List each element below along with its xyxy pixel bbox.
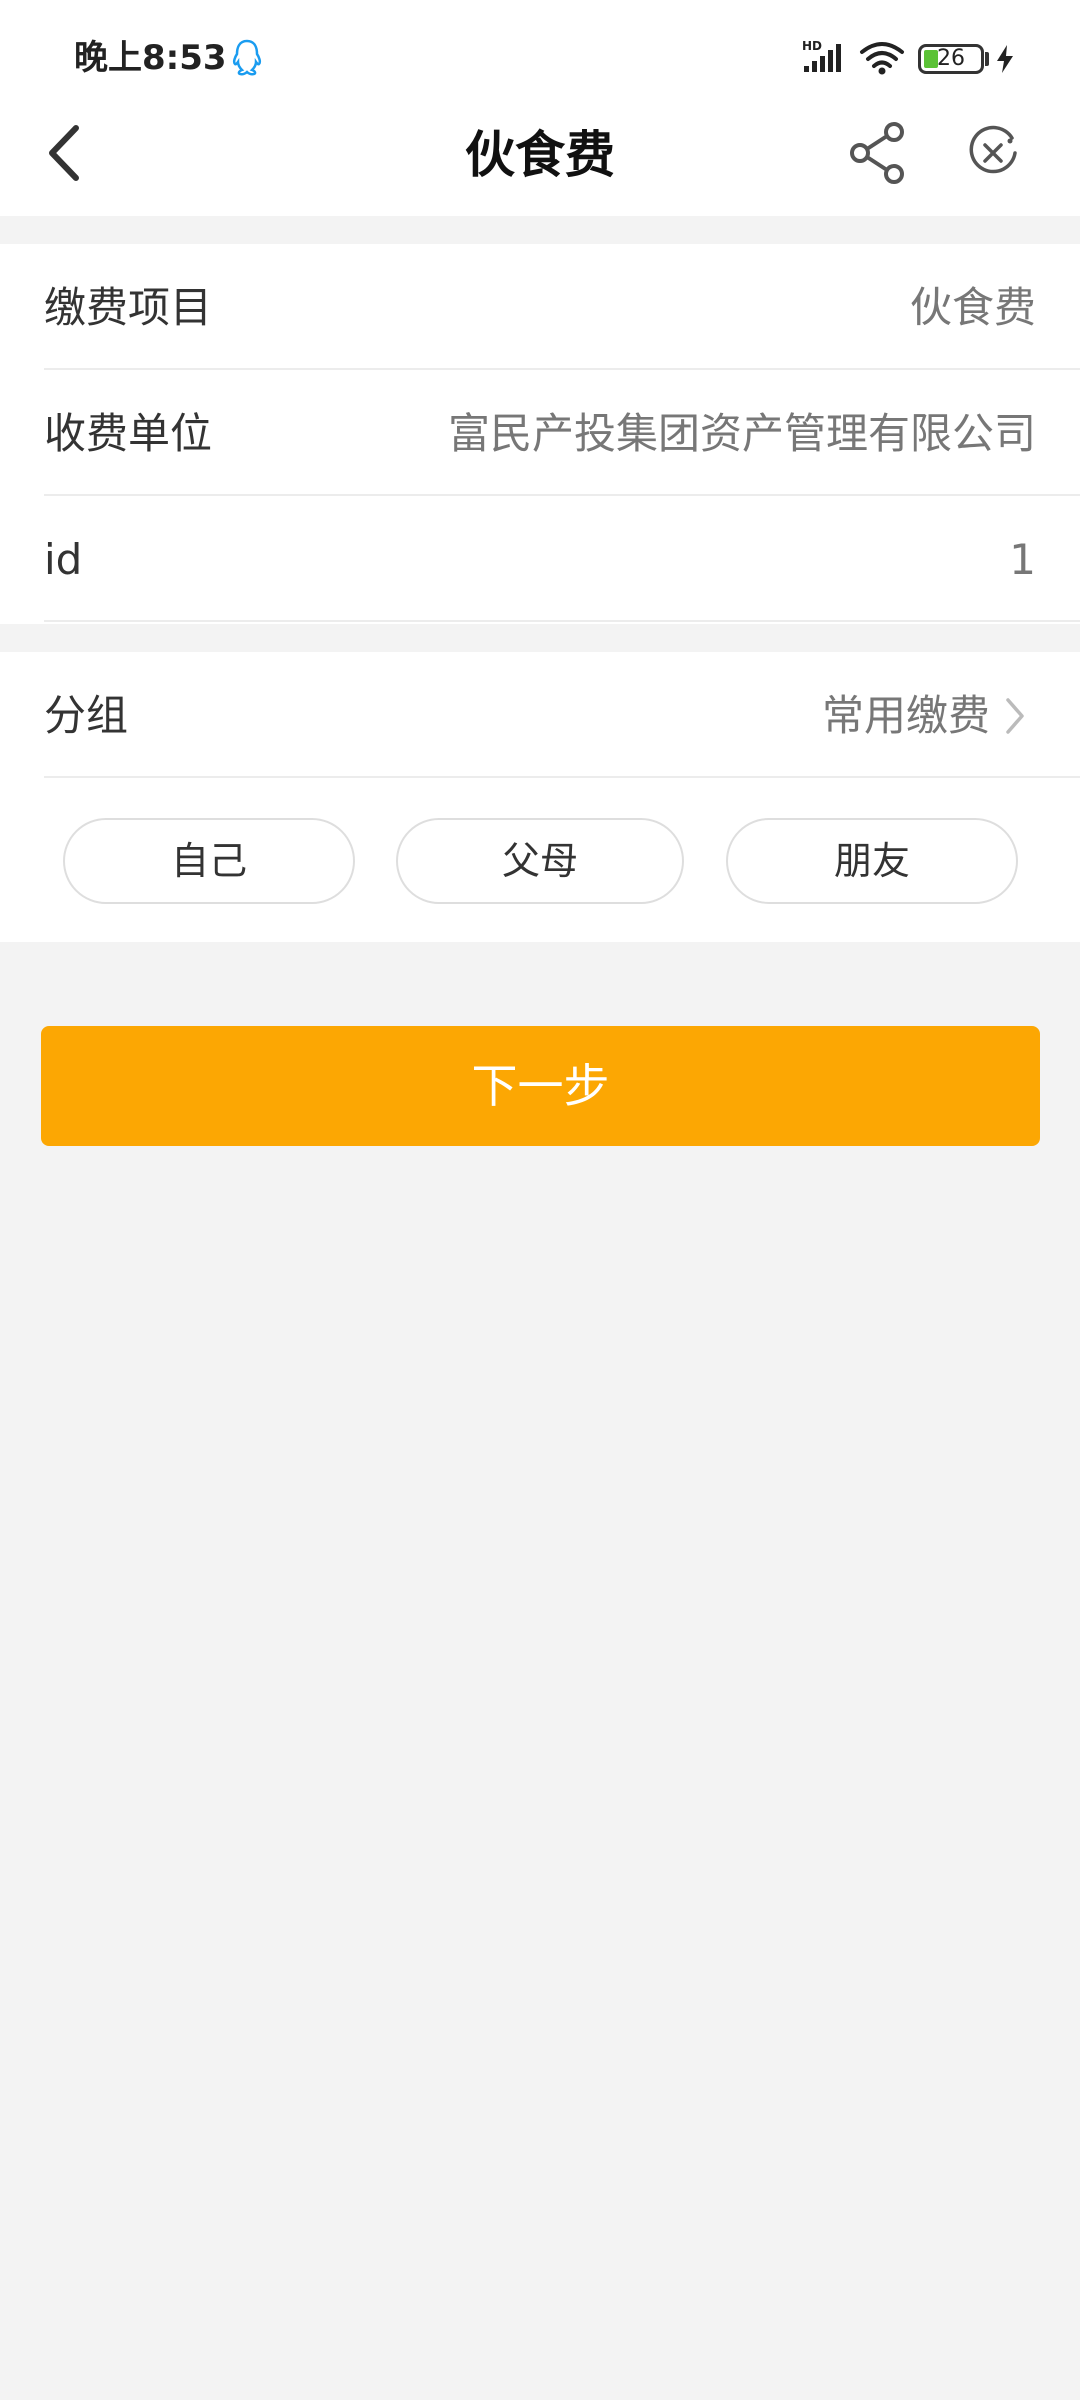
share-icon[interactable] (846, 120, 912, 186)
svg-text:HD: HD (802, 39, 822, 53)
battery-level: 26 (937, 46, 965, 71)
detail-row-item: 缴费项目 伙食费 (0, 244, 1080, 370)
divider (44, 620, 1080, 622)
group-label: 分组 (44, 691, 129, 740)
payee-value: 富民产投集团资产管理有限公司 (447, 409, 1036, 458)
charging-bolt-icon (997, 45, 1013, 73)
status-time: 晚上8:53 (74, 38, 227, 78)
id-label: id (44, 535, 83, 584)
group-option-parents[interactable]: 父母 (396, 818, 684, 904)
divider (44, 776, 1080, 778)
page-title: 伙食费 (465, 126, 615, 184)
hd-signal-icon: HD (802, 39, 841, 72)
battery-icon: 26 (918, 44, 984, 74)
nav-bar: 伙食费 (0, 100, 1080, 216)
next-step-button[interactable]: 下一步 (41, 1026, 1040, 1146)
group-value: 常用缴费 (821, 691, 990, 740)
group-selector[interactable]: 分组 常用缴费 (0, 652, 1080, 778)
qq-icon (232, 39, 262, 76)
close-circle-icon[interactable] (964, 124, 1022, 182)
chevron-right-icon (1006, 698, 1024, 734)
detail-row-id: id 1 (0, 496, 1080, 622)
back-arrow-icon[interactable] (36, 118, 96, 188)
payee-label: 收费单位 (44, 409, 213, 458)
group-option-self[interactable]: 自己 (63, 818, 355, 904)
wifi-icon (860, 42, 904, 75)
detail-row-payee: 收费单位 富民产投集团资产管理有限公司 (0, 370, 1080, 496)
payment-item-value: 伙食费 (909, 283, 1036, 332)
group-option-friends[interactable]: 朋友 (726, 818, 1018, 904)
payment-item-label: 缴费项目 (44, 283, 213, 332)
battery-cap (985, 52, 989, 66)
group-card: 分组 常用缴费 自己 父母 朋友 (0, 652, 1080, 942)
status-bar: 晚上8:53 HD 26 (0, 0, 1080, 100)
id-value: 1 (1009, 535, 1036, 584)
group-options: 自己 父母 朋友 (0, 818, 1080, 908)
payment-details-card: 缴费项目 伙食费 收费单位 富民产投集团资产管理有限公司 id 1 (0, 244, 1080, 624)
